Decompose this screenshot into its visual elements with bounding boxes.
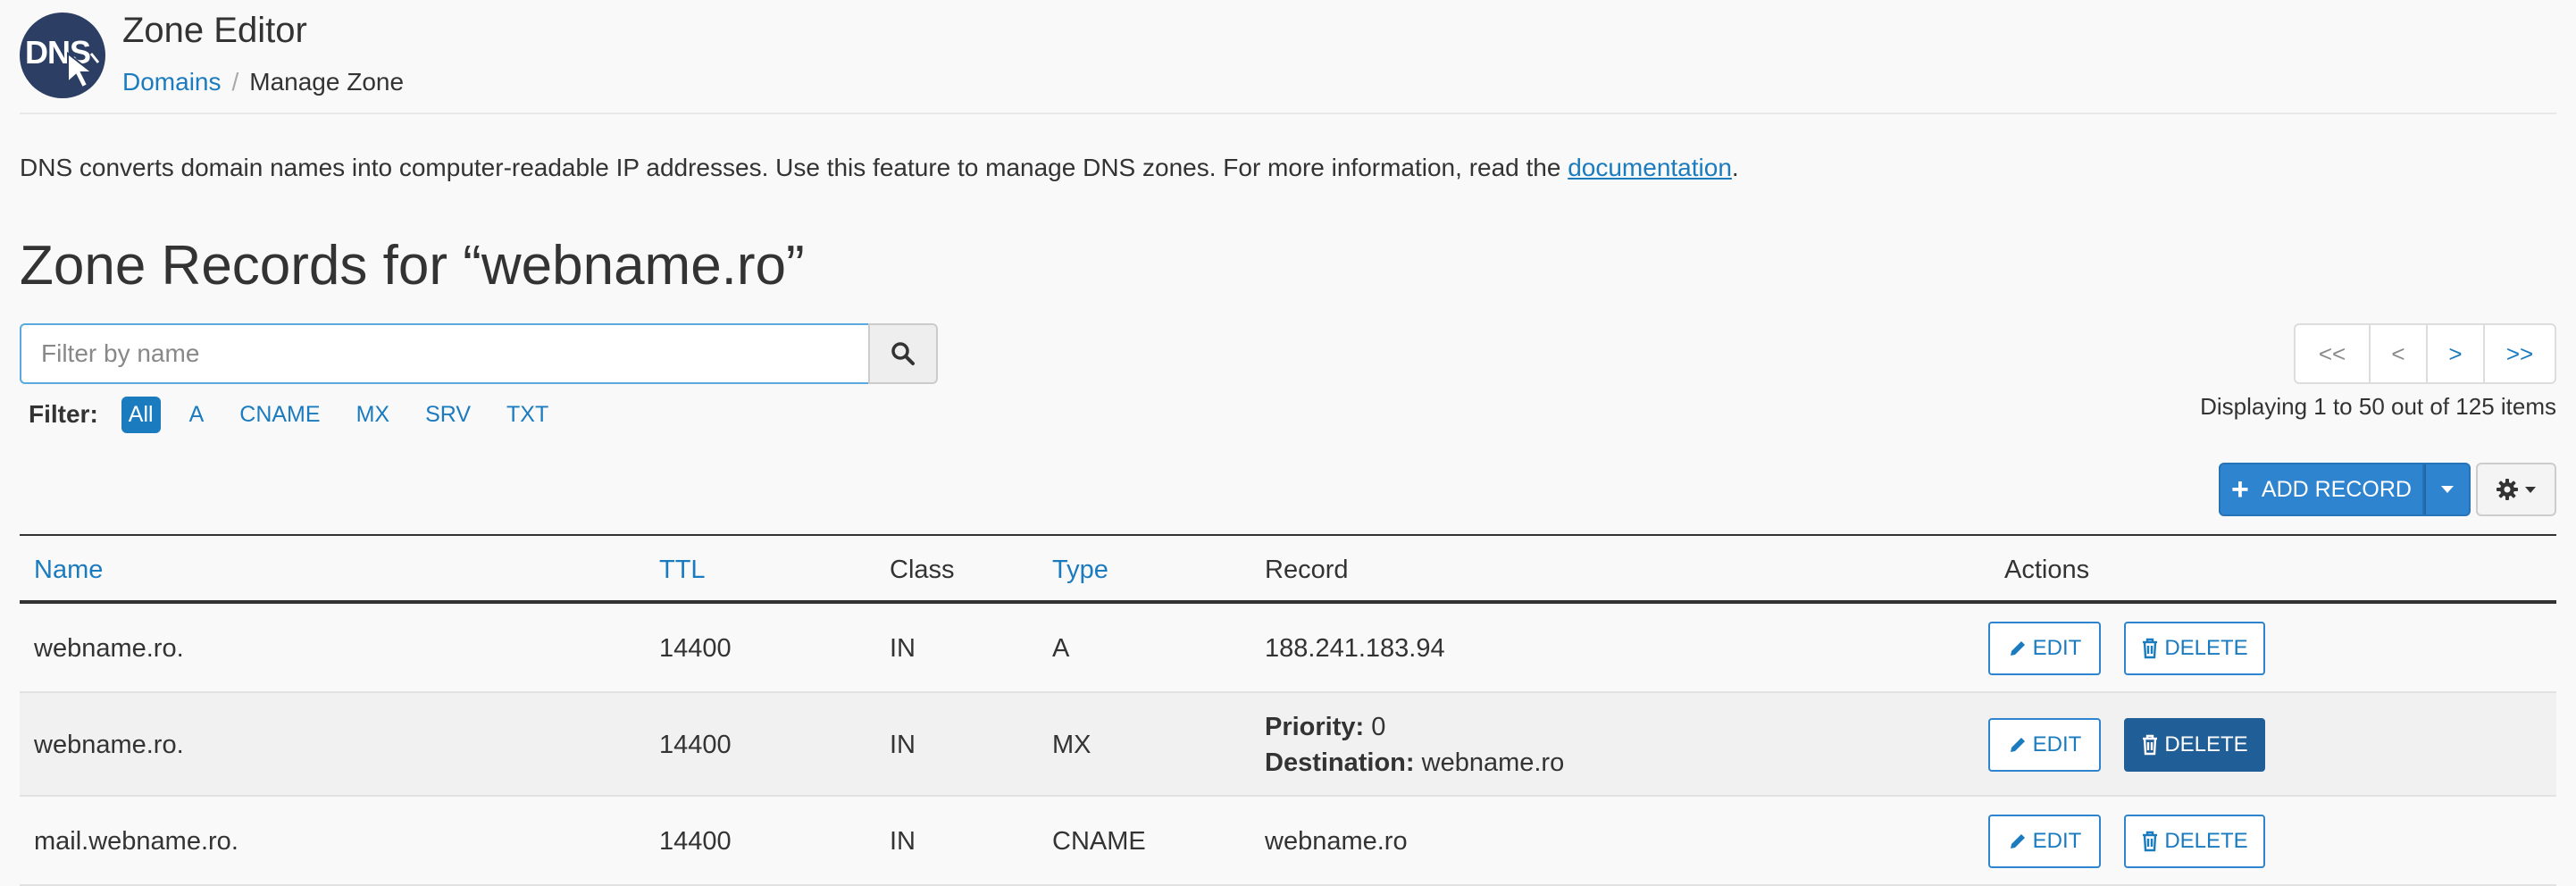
search-button[interactable] [868,323,938,384]
add-record-button[interactable]: + ADD RECORD [2219,463,2424,516]
documentation-link[interactable]: documentation [1568,154,1732,181]
column-header-ttl[interactable]: TTL [659,556,706,585]
column-header-record: Record [1265,556,1349,584]
add-record-group: + ADD RECORD [2219,463,2471,516]
mx-priority: Priority: 0 [1265,709,1564,745]
record-type: MX [1052,731,1091,759]
column-header-class: Class [890,556,955,584]
filter-txt[interactable]: TXT [499,397,556,433]
pencil-icon [2010,641,2025,656]
record-ttl: 14400 [659,827,732,856]
trash-icon [2143,831,2158,852]
page-title: Zone Records for “webname.ro” [20,235,805,297]
delete-label: DELETE [2164,636,2248,660]
delete-label: DELETE [2164,732,2248,756]
intro-body: DNS converts domain names into computer-… [20,154,1568,181]
breadcrumb-current: Manage Zone [249,68,405,96]
priority-value: 0 [1371,713,1386,741]
record-class: IN [890,731,916,759]
record-value: Priority: 0 Destination: webname.ro [1265,709,1564,781]
filter-cname[interactable]: CNAME [232,397,327,433]
trash-icon [2143,638,2158,659]
first-page-button[interactable]: << [2296,325,2369,382]
destination-value: webname.ro [1421,748,1565,777]
intro-text: DNS converts domain names into computer-… [20,154,1739,182]
dns-logo: DNS [20,13,105,98]
table-row: webname.ro. 14400 IN MX Priority: 0 Dest… [20,693,2556,797]
edit-button[interactable]: EDIT [1988,815,2101,868]
record-name: webname.ro. [34,731,184,759]
last-page-button[interactable]: >> [2483,325,2555,382]
filter-a[interactable]: A [182,397,212,433]
record-type: A [1052,634,1070,663]
column-header-actions: Actions [2004,556,2090,584]
breadcrumb-separator: / [231,68,239,96]
edit-label: EDIT [2032,636,2082,660]
edit-label: EDIT [2032,829,2082,853]
filter-srv[interactable]: SRV [418,397,478,433]
search-input[interactable] [20,323,868,384]
breadcrumb: Domains / Manage Zone [122,68,404,96]
edit-button[interactable]: EDIT [1988,622,2101,675]
mx-destination: Destination: webname.ro [1265,745,1564,781]
pointer-icon [67,52,100,89]
filter-mx[interactable]: MX [349,397,397,433]
prev-page-button[interactable]: < [2369,325,2426,382]
breadcrumb-domains-link[interactable]: Domains [122,68,221,96]
column-header-type[interactable]: Type [1052,556,1108,585]
edit-button[interactable]: EDIT [1988,718,2101,772]
record-name: webname.ro. [34,634,184,663]
record-value: 188.241.183.94 [1265,634,1445,663]
priority-label: Priority: [1265,713,1365,741]
trash-icon [2143,734,2158,756]
delete-button[interactable]: DELETE [2124,718,2265,772]
destination-label: Destination: [1265,748,1415,777]
zone-records-table: Name TTL Class Type Record Actions webna… [20,534,2556,886]
search-icon [891,342,915,365]
caret-down-icon [2441,486,2454,493]
add-record-label: ADD RECORD [2261,476,2412,502]
type-filter: Filter: All A CNAME MX SRV TXT [29,395,577,434]
record-class: IN [890,827,916,856]
record-ttl: 14400 [659,634,732,663]
table-row: webname.ro. 14400 IN A 188.241.183.94 ED… [20,604,2556,693]
add-record-dropdown[interactable] [2424,463,2471,516]
delete-label: DELETE [2164,829,2248,853]
gear-icon [2497,479,2518,500]
delete-button[interactable]: DELETE [2124,815,2265,868]
record-class: IN [890,634,916,663]
page-header: DNS Zone Editor Domains / Manage Zone [20,0,2556,114]
pagination-summary: Displaying 1 to 50 out of 125 items [2200,393,2556,420]
edit-label: EDIT [2032,732,2082,756]
table-header: Name TTL Class Type Record Actions [20,536,2556,604]
record-ttl: 14400 [659,731,732,759]
settings-button[interactable] [2476,463,2556,516]
pencil-icon [2010,738,2025,752]
record-value: webname.ro [1265,827,1408,856]
record-type: CNAME [1052,827,1146,856]
plus-icon: + [2231,472,2249,506]
app-title: Zone Editor [122,11,307,50]
pagination: << < > >> [2294,323,2556,384]
column-header-name[interactable]: Name [34,556,103,585]
intro-suffix: . [1731,154,1739,181]
pencil-icon [2010,834,2025,848]
record-name: mail.webname.ro. [34,827,238,856]
zone-editor-page: DNS Zone Editor Domains / Manage Zone DN… [0,0,2576,886]
filter-all[interactable]: All [121,396,161,433]
caret-down-icon [2525,486,2536,493]
filter-label: Filter: [29,400,98,428]
table-row: mail.webname.ro. 14400 IN CNAME webname.… [20,797,2556,886]
search-group [20,323,938,384]
delete-button[interactable]: DELETE [2124,622,2265,675]
next-page-button[interactable]: > [2426,325,2483,382]
